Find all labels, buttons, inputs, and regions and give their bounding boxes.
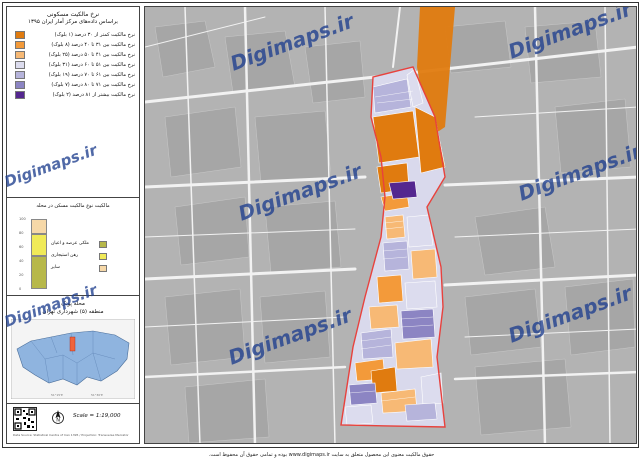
legend-divider — [7, 403, 139, 404]
legend-swatch — [15, 61, 25, 69]
legend-item: نرخ مالکیت بین ۳۱ تا ۴۰ درصد (۸ بلوک) — [11, 40, 135, 50]
copyright-footer: حقوق مالکیت معنوی این محصول متعلق به سای… — [208, 452, 435, 458]
legend-item-label: نرخ مالکیت بین ۷۱ تا ۸۰ درصد (۷ بلوک) — [51, 82, 135, 88]
legend-subtitle: براساس داده‌های مرکز آمار ایران ۱۳۹۵ — [28, 19, 118, 25]
bar-segment — [31, 256, 47, 289]
legend-swatch — [15, 71, 25, 79]
data-credit: Data Source: Statistical Centre of Iran … — [13, 433, 129, 437]
legend-item: نرخ مالکیت کمتر از ۳۰ درصد (۱ بلوک) — [11, 30, 135, 40]
legend-swatch — [15, 51, 25, 59]
legend-item-label: نرخ مالکیت کمتر از ۳۰ درصد (۱ بلوک) — [54, 32, 135, 38]
bar-legend-swatch — [99, 241, 107, 248]
svg-text:N: N — [56, 418, 60, 424]
legend-swatch — [15, 81, 25, 89]
bar-chart-title: مالکیت نوع مالکیت مسکن در محله — [36, 203, 110, 209]
y-tick-label: 0 — [19, 287, 22, 291]
y-tick-label: 40 — [19, 259, 24, 263]
y-tick-label: 80 — [19, 231, 24, 235]
north-arrow-icon: N — [51, 409, 65, 425]
y-tick-label: 20 — [19, 273, 24, 277]
legend-item: نرخ مالکیت بین ۶۱ تا ۷۰ درصد (۱۹ بلوک) — [11, 70, 135, 80]
legend-item: نرخ مالکیت بیشتر از ۸۱ درصد (۲ بلوک) — [11, 90, 135, 100]
legend-swatch — [15, 91, 25, 99]
y-tick-label: 100 — [19, 217, 26, 221]
svg-text:51°30'E: 51°30'E — [91, 393, 103, 397]
bar-legend-label: ملکی عرصه و اعیان — [51, 241, 89, 246]
legend-items: نرخ مالکیت کمتر از ۳۰ درصد (۱ بلوک) نرخ م… — [7, 30, 139, 100]
legend-item-label: نرخ مالکیت بین ۳۱ تا ۴۰ درصد (۸ بلوک) — [51, 42, 135, 48]
legend-item-label: نرخ مالکیت بین ۴۱ تا ۵۰ درصد (۲۵ بلوک) — [48, 52, 135, 58]
legend-swatch — [15, 31, 25, 39]
legend-item: نرخ مالکیت بین ۴۱ تا ۵۰ درصد (۲۵ بلوک) — [11, 50, 135, 60]
legend-title: نرخ مالکیت مسکونی — [46, 11, 100, 18]
legend-item: نرخ مالکیت بین ۷۱ تا ۸۰ درصد (۷ بلوک) — [11, 80, 135, 90]
bar-legend-swatch — [99, 253, 107, 260]
main-map: Digimaps.ir Digimaps.ir Digimaps.ir Digi… — [144, 6, 637, 444]
legend-divider — [7, 197, 139, 198]
bar-legend-label: رهن استیجاری — [51, 253, 79, 258]
map-footer-block: N Scale = 1:19,000 Data Source: Statisti… — [7, 405, 139, 443]
tehran-inset-map: 51°15'E 51°30'E — [10, 318, 136, 400]
legend-panel: نرخ مالکیت مسکونی براساس داده‌های مرکز آ… — [6, 6, 140, 444]
legend-item-label: نرخ مالکیت بین ۵۱ تا ۶۰ درصد (۳۱ بلوک) — [48, 62, 135, 68]
bar-segment — [31, 219, 47, 234]
legend-item-label: نرخ مالکیت بیشتر از ۸۱ درصد (۲ بلوک) — [52, 92, 135, 98]
legend-item-label: نرخ مالکیت بین ۶۱ تا ۷۰ درصد (۱۹ بلوک) — [48, 72, 135, 78]
legend-swatch — [15, 41, 25, 49]
svg-text:51°15'E: 51°15'E — [51, 393, 63, 397]
legend-item: نرخ مالکیت بین ۵۱ تا ۶۰ درصد (۳۱ بلوک) — [11, 60, 135, 70]
bar-legend-swatch — [99, 265, 107, 272]
y-tick-label: 60 — [19, 245, 24, 249]
bar-segment — [31, 233, 47, 257]
qr-code-icon — [13, 407, 37, 431]
scale-label: Scale = 1:19,000 — [73, 413, 121, 419]
bar-legend-label: سایر — [51, 265, 60, 270]
